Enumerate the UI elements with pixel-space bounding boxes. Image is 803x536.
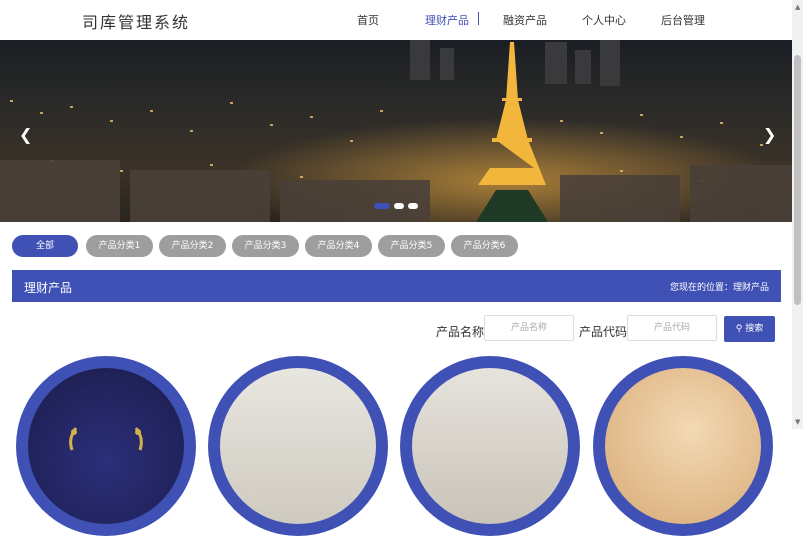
- category-2[interactable]: 产品分类2: [159, 235, 226, 257]
- nav-personal-center[interactable]: 个人中心: [582, 12, 626, 28]
- nav-wealth-products[interactable]: 理财产品: [425, 12, 469, 28]
- chevron-left-icon[interactable]: ❮: [19, 125, 32, 144]
- hero-banner[interactable]: ❮ ❯: [0, 40, 792, 222]
- category-1[interactable]: 产品分类1: [86, 235, 153, 257]
- product-card-4[interactable]: [593, 356, 773, 536]
- search-button[interactable]: ⚲ 搜索: [724, 316, 775, 342]
- search-icon: ⚲: [735, 324, 743, 334]
- category-3[interactable]: 产品分类3: [232, 235, 299, 257]
- product-card-3[interactable]: [400, 356, 580, 536]
- product-code-label: 产品代码: [579, 325, 628, 339]
- scroll-up-arrow-icon[interactable]: ▲: [795, 3, 800, 11]
- category-all[interactable]: 全部: [12, 235, 78, 257]
- section-title: 理财产品: [24, 281, 73, 295]
- carousel-dot-2[interactable]: [394, 203, 404, 209]
- carousel-dot-3[interactable]: [408, 203, 418, 209]
- site-logo[interactable]: 司库管理系统: [82, 9, 190, 33]
- product-name-input[interactable]: [484, 315, 574, 341]
- search-button-label: 搜索: [745, 324, 764, 334]
- banner-cityscape-image: [0, 40, 792, 222]
- product-card-1-image: [28, 368, 184, 524]
- product-card-4-image: [605, 368, 761, 524]
- category-6[interactable]: 产品分类6: [451, 235, 518, 257]
- category-4[interactable]: 产品分类4: [305, 235, 372, 257]
- carousel-dot-1[interactable]: [374, 203, 390, 209]
- product-card-1[interactable]: [16, 356, 196, 536]
- nav-financing-products[interactable]: 融资产品: [503, 12, 547, 28]
- breadcrumb: 您现在的位置：理财产品: [669, 283, 769, 293]
- nav-active-divider: [478, 12, 479, 25]
- nav-admin[interactable]: 后台管理: [661, 12, 705, 28]
- product-card-2[interactable]: [208, 356, 388, 536]
- product-card-2-image: [220, 368, 376, 524]
- top-header: 司库管理系统 首页 理财产品 融资产品 个人中心 后台管理: [0, 0, 792, 40]
- laurel-wreath-icon: [69, 427, 143, 451]
- scroll-down-arrow-icon[interactable]: ▼: [795, 418, 800, 426]
- chevron-right-icon[interactable]: ❯: [763, 125, 776, 144]
- category-5[interactable]: 产品分类5: [378, 235, 445, 257]
- section-header: 理财产品 您现在的位置：理财产品: [12, 270, 781, 302]
- product-card-3-image: [412, 368, 568, 524]
- scrollbar-thumb[interactable]: [794, 55, 801, 305]
- product-code-input[interactable]: [627, 315, 717, 341]
- product-name-label: 产品名称: [436, 325, 485, 339]
- nav-home[interactable]: 首页: [357, 12, 379, 28]
